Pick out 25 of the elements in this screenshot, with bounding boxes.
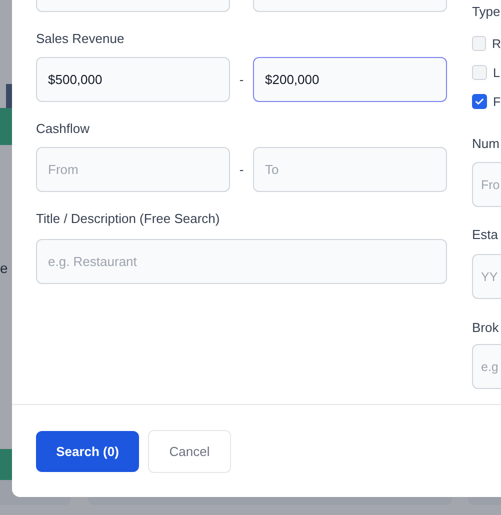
- field-label: Cashflow: [36, 120, 90, 138]
- range-separator: -: [238, 162, 245, 177]
- field-label: Num: [472, 135, 500, 153]
- page-banner: [0, 108, 12, 145]
- field-label: Sales Revenue: [36, 30, 126, 48]
- field-label: Type: [472, 3, 501, 21]
- page-text: e: [0, 259, 9, 277]
- field-label: Esta: [472, 226, 500, 244]
- input-field[interactable]: YY: [472, 254, 501, 299]
- checkbox-label: R: [492, 36, 501, 50]
- search-button[interactable]: Search (0): [36, 431, 139, 472]
- input-field[interactable]: Fro: [472, 162, 501, 207]
- input-field[interactable]: e.g. Restaurant: [36, 239, 447, 284]
- field-label: Brok: [472, 319, 500, 337]
- input-field[interactable]: $500,000: [36, 57, 230, 102]
- field-label: Title / Description (Free Search): [36, 210, 221, 228]
- checkbox-label: F: [493, 94, 501, 108]
- cancel-button[interactable]: Cancel: [148, 430, 231, 473]
- checkbox-label: L: [493, 66, 500, 80]
- range-separator: -: [238, 72, 245, 87]
- input-field[interactable]: From: [36, 147, 230, 192]
- input-field[interactable]: To: [253, 147, 447, 192]
- input-field[interactable]: e.g: [472, 344, 501, 389]
- input-field[interactable]: $200,000: [253, 57, 447, 102]
- checkbox[interactable]: [472, 94, 487, 109]
